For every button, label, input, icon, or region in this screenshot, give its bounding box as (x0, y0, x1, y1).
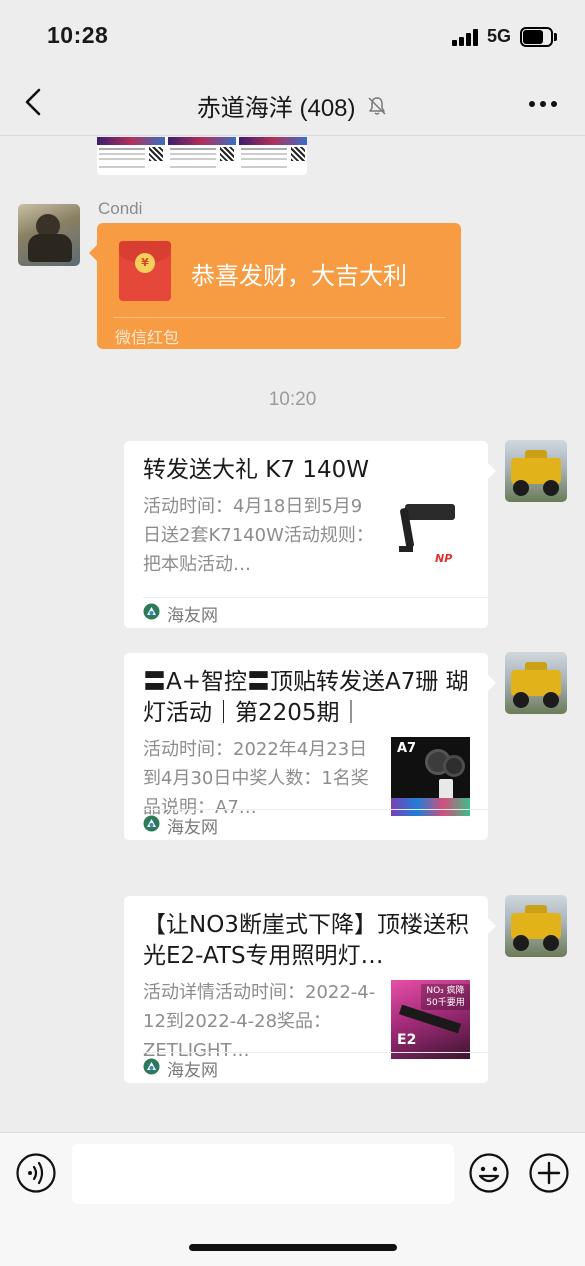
divider (143, 597, 488, 598)
status-time: 10:28 (47, 22, 109, 48)
source-logo-icon (143, 1058, 160, 1075)
thumbnail-label: E2 (397, 1032, 417, 1048)
voice-icon[interactable] (16, 1153, 56, 1193)
message-input[interactable] (72, 1144, 454, 1204)
emoji-icon[interactable] (469, 1153, 509, 1193)
signal-icon (452, 29, 480, 46)
card-description: 活动时间：4月18日到5月9日送2套K7140W活动规则：把本贴活动… (143, 496, 374, 575)
avatar-self[interactable] (505, 440, 567, 502)
card-title: 【让NO3断崖式下降】顶楼送积光E2-ATS专用照明灯… (143, 912, 469, 969)
sender-name: Condi (98, 199, 143, 218)
link-card[interactable]: 〓A+智控〓顶贴转发送A7珊 瑚灯活动｜第2205期｜ 活动时间：2022年4月… (124, 653, 496, 840)
source-name: 海友网 (167, 818, 218, 838)
avatar-self[interactable] (505, 652, 567, 714)
avatar-condi[interactable] (18, 204, 80, 266)
red-packet-label: 微信红包 (115, 328, 180, 347)
link-card[interactable]: 【让NO3断崖式下降】顶楼送积光E2-ATS专用照明灯… 活动详情活动时间：20… (124, 896, 496, 1083)
plus-icon[interactable] (529, 1153, 569, 1193)
chat-area[interactable]: Condi ¥ 恭喜发财，大吉大利 微信红包 10:20 转发送大礼 K7 14… (0, 137, 585, 1132)
card-thumbnail: NP (391, 500, 470, 579)
nav-bar: 赤道海洋 (408) (0, 70, 585, 136)
home-indicator[interactable] (189, 1244, 397, 1251)
mute-icon (368, 96, 386, 115)
battery-fill (523, 30, 543, 44)
more-icon[interactable] (528, 100, 558, 108)
image-tile (97, 137, 165, 175)
red-packet-icon: ¥ (119, 241, 171, 301)
source-logo-icon (143, 603, 160, 620)
card-title: 〓A+智控〓顶贴转发送A7珊 瑚灯活动｜第2205期｜ (143, 669, 469, 726)
status-bar: 10:28 5G (0, 0, 585, 70)
chat-title-text: 赤道海洋 (408) (196, 95, 356, 122)
divider (113, 317, 445, 318)
divider (143, 1052, 488, 1053)
image-tile (168, 137, 236, 175)
chat-title: 赤道海洋 (408) (0, 88, 585, 123)
thumbnail-label: A7 (397, 741, 417, 756)
source-logo-icon (143, 815, 160, 832)
thumbnail-label: NP (435, 552, 453, 565)
red-packet-message[interactable]: ¥ 恭喜发财，大吉大利 微信红包 (89, 223, 461, 349)
card-thumbnail: A7 (391, 737, 470, 816)
network-label: 5G (487, 26, 512, 46)
image-tile (239, 137, 307, 175)
message-timestamp: 10:20 (268, 389, 317, 410)
link-card[interactable]: 转发送大礼 K7 140W 活动时间：4月18日到5月9日送2套K7140W活动… (124, 441, 496, 628)
divider (143, 809, 488, 810)
source-name: 海友网 (167, 606, 218, 626)
battery-icon (520, 27, 557, 47)
partial-image-message[interactable] (97, 137, 307, 175)
card-title: 转发送大礼 K7 140W (143, 457, 369, 483)
source-name: 海友网 (167, 1061, 218, 1081)
red-packet-greeting: 恭喜发财，大吉大利 (191, 262, 407, 290)
card-thumbnail: NO₃ 疯降 50千要用 E2 (391, 980, 470, 1059)
avatar-self[interactable] (505, 895, 567, 957)
thumbnail-badge: NO₃ 疯降 50千要用 (421, 984, 470, 1010)
